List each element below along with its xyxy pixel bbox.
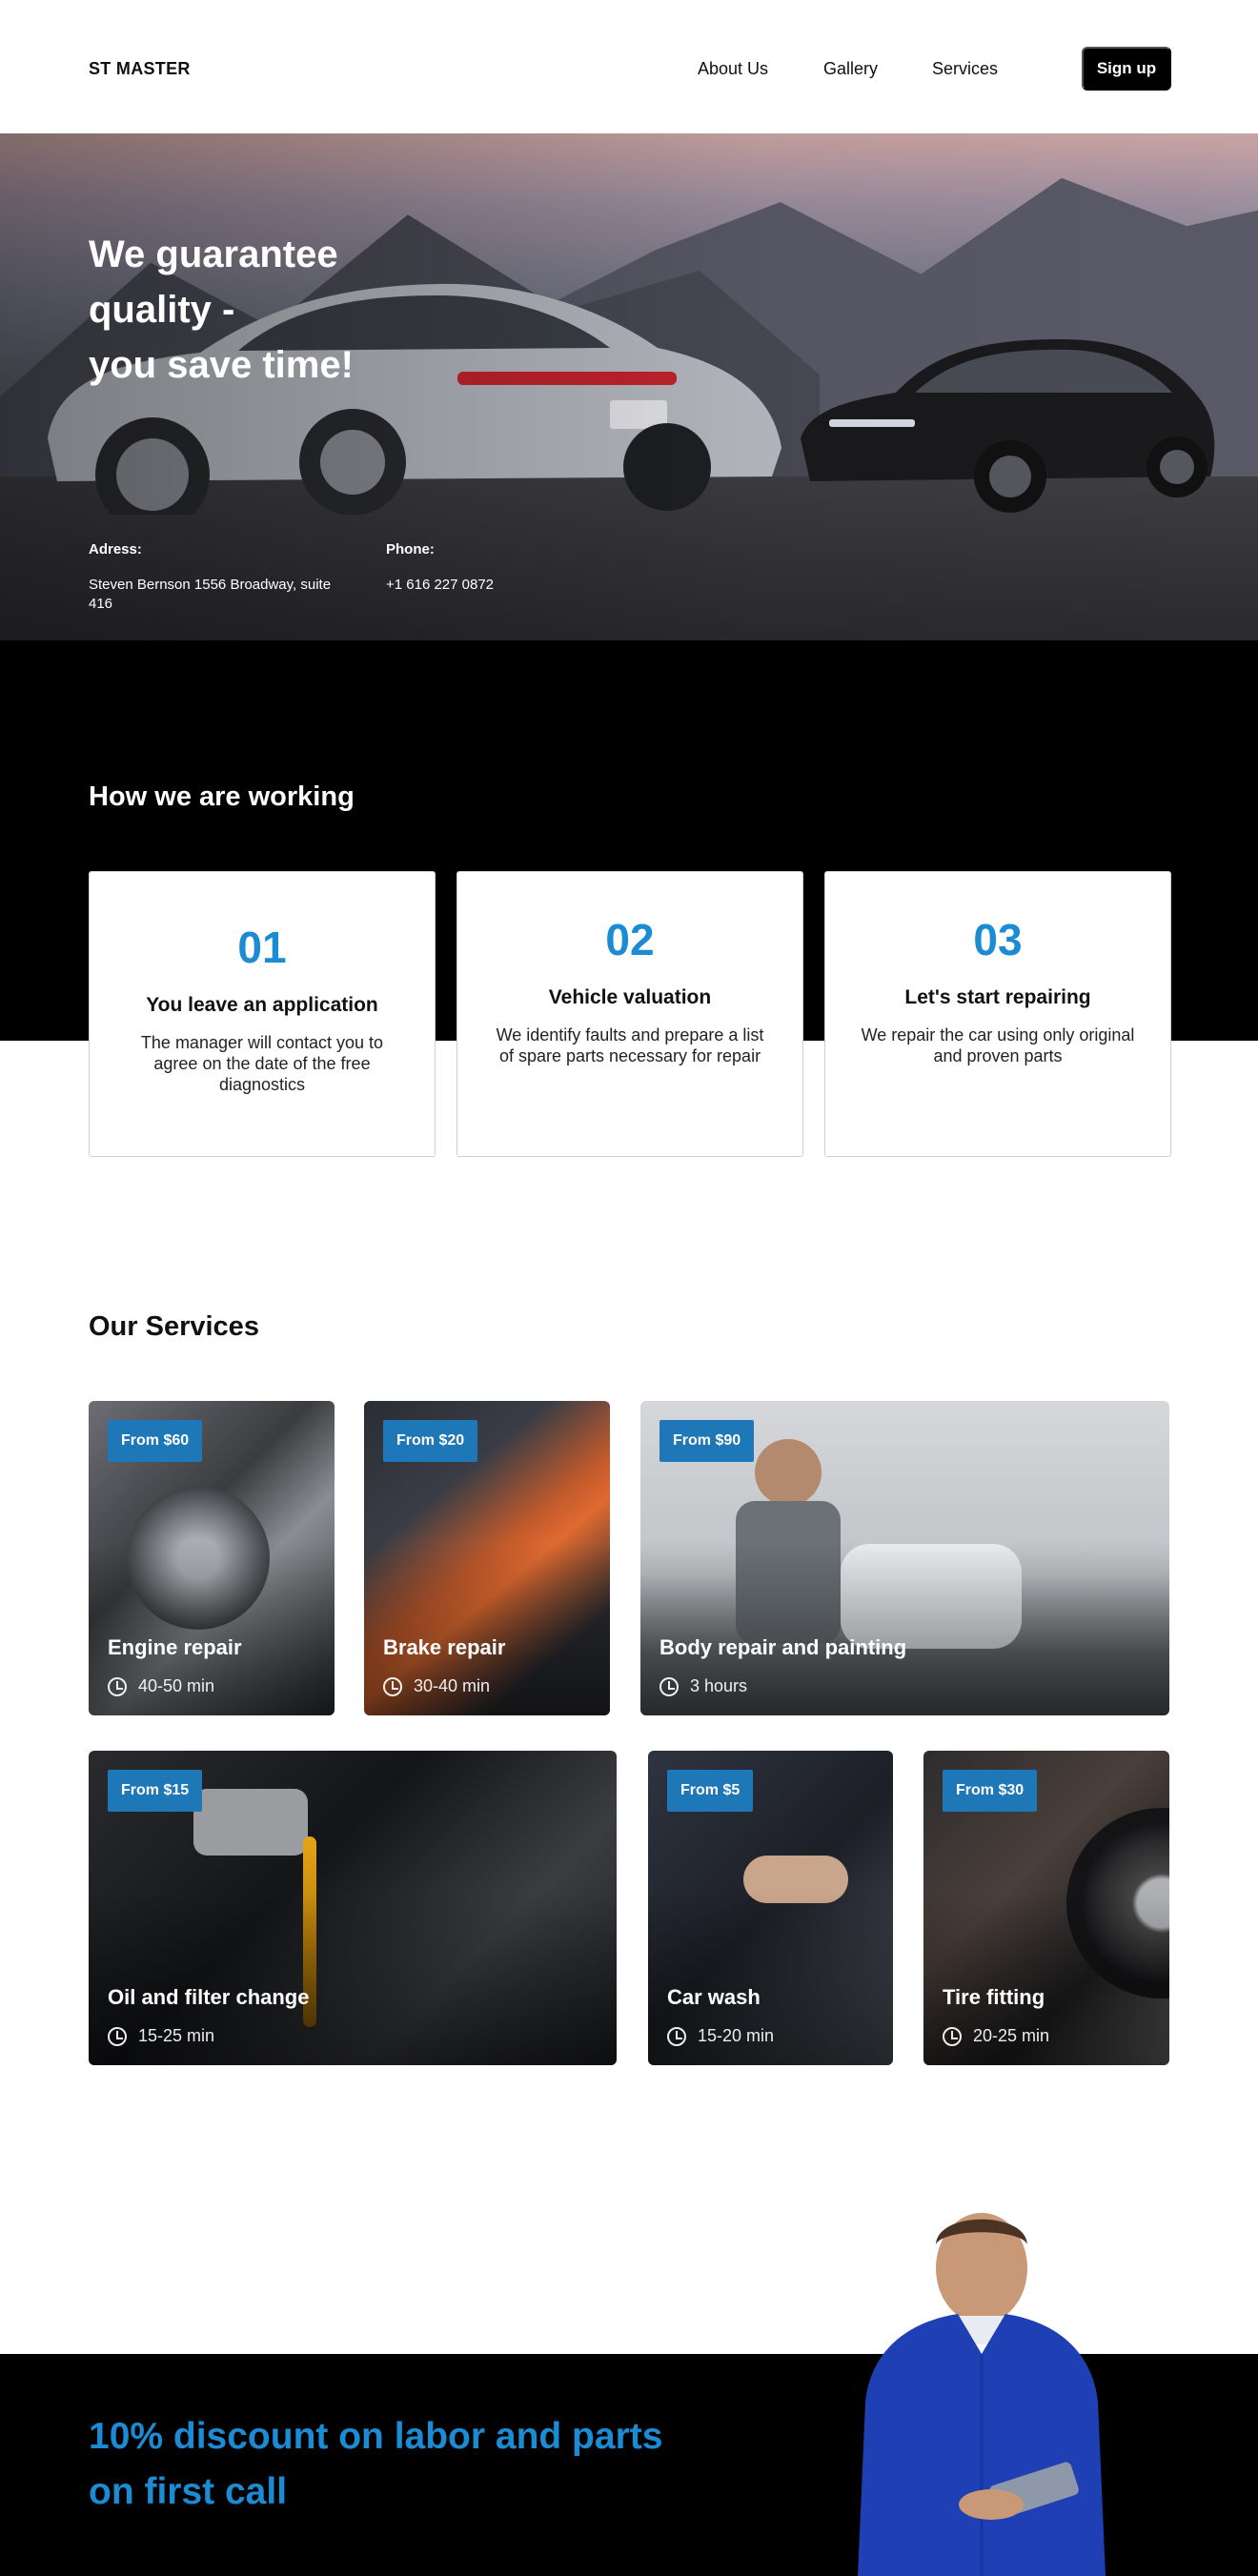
nav-services[interactable]: Services bbox=[932, 59, 998, 79]
work-section-title: How we are working bbox=[89, 781, 355, 812]
service-card-engine-repair[interactable]: From $60 Engine repair 40-50 min bbox=[89, 1401, 335, 1715]
price-badge: From $90 bbox=[659, 1420, 755, 1462]
address-label: Adress: bbox=[89, 541, 142, 558]
step-description: We identify faults and prepare a list of… bbox=[496, 1025, 764, 1065]
service-duration: 40-50 min bbox=[108, 1676, 214, 1696]
hero-title-line-3: you save time! bbox=[89, 344, 354, 386]
service-duration: 15-20 min bbox=[667, 2026, 774, 2046]
price-badge: From $20 bbox=[383, 1420, 478, 1462]
hero-section: We guarantee quality - you save time! Ad… bbox=[0, 133, 1258, 640]
hero-title: We guarantee quality - you save time! bbox=[89, 227, 489, 393]
clock-icon bbox=[383, 1676, 402, 1696]
duration-text: 15-25 min bbox=[138, 2026, 215, 2045]
service-title: Engine repair bbox=[108, 1635, 242, 1659]
clock-icon bbox=[659, 1676, 679, 1696]
service-card-brake-repair[interactable]: From $20 Brake repair 30-40 min bbox=[364, 1401, 610, 1715]
service-title: Tire fitting bbox=[943, 1985, 1045, 2009]
step-card-3: 03 Let's start repairing We repair the c… bbox=[824, 871, 1171, 1157]
page: ST MASTER About Us Gallery Services Sign… bbox=[0, 0, 1258, 2576]
step-title: You leave an application bbox=[146, 994, 378, 1016]
clock-icon bbox=[108, 2026, 127, 2046]
nav-about-us[interactable]: About Us bbox=[698, 59, 768, 79]
price-badge: From $60 bbox=[108, 1420, 203, 1462]
price-badge: From $15 bbox=[108, 1770, 203, 1812]
mechanic-image bbox=[858, 2213, 1106, 2576]
discount-text: 10% discount on labor and parts on first… bbox=[89, 2409, 775, 2520]
step-card-2: 02 Vehicle valuation We identify faults … bbox=[457, 871, 803, 1157]
service-card-car-wash[interactable]: From $5 Car wash 15-20 min bbox=[648, 1751, 893, 2065]
service-duration: 3 hours bbox=[659, 1676, 747, 1696]
service-title: Car wash bbox=[667, 1985, 761, 2009]
service-duration: 20-25 min bbox=[943, 2026, 1049, 2046]
duration-text: 40-50 min bbox=[138, 1676, 215, 1695]
clock-icon bbox=[108, 1676, 127, 1696]
step-number: 03 bbox=[973, 915, 1023, 964]
service-title: Body repair and painting bbox=[659, 1635, 907, 1659]
clock-icon bbox=[943, 2026, 962, 2046]
sign-up-button[interactable]: Sign up bbox=[1082, 47, 1171, 91]
site-logo[interactable]: ST MASTER bbox=[89, 59, 191, 79]
step-card-1: 01 You leave an application The manager … bbox=[89, 871, 436, 1157]
step-title: Let's start repairing bbox=[904, 986, 1091, 1008]
hero-title-line-1: We guarantee bbox=[89, 233, 338, 275]
step-title: Vehicle valuation bbox=[548, 986, 712, 1008]
duration-text: 20-25 min bbox=[973, 2026, 1050, 2045]
nav-gallery[interactable]: Gallery bbox=[823, 59, 878, 79]
clock-icon bbox=[667, 2026, 686, 2046]
discount-line-1: 10% discount on labor and parts bbox=[89, 2416, 663, 2457]
phone-value[interactable]: +1 616 227 0872 bbox=[386, 576, 494, 595]
service-card-tire-fitting[interactable]: From $30 Tire fitting 20-25 min bbox=[923, 1751, 1169, 2065]
price-badge: From $5 bbox=[667, 1770, 754, 1812]
service-duration: 15-25 min bbox=[108, 2026, 214, 2046]
duration-text: 30-40 min bbox=[414, 1676, 491, 1695]
phone-label: Phone: bbox=[386, 541, 435, 558]
step-number: 02 bbox=[605, 915, 655, 964]
step-number: 01 bbox=[237, 923, 287, 972]
service-duration: 30-40 min bbox=[383, 1676, 490, 1696]
service-title: Brake repair bbox=[383, 1635, 506, 1659]
hero-title-line-2: quality - bbox=[89, 289, 235, 331]
address-value: Steven Bernson 1556 Broadway, suite 416 bbox=[89, 577, 332, 612]
service-title: Oil and filter change bbox=[108, 1985, 310, 2009]
service-card-oil-change[interactable]: From $15 Oil and filter change 15-25 min bbox=[89, 1751, 617, 2065]
discount-line-2: on first call bbox=[89, 2471, 288, 2512]
step-description: We repair the car using only original an… bbox=[861, 1025, 1135, 1065]
site-header: ST MASTER About Us Gallery Services Sign… bbox=[0, 0, 1258, 133]
price-badge: From $30 bbox=[943, 1770, 1038, 1812]
duration-text: 15-20 min bbox=[698, 2026, 775, 2045]
services-section-title: Our Services bbox=[89, 1311, 259, 1342]
service-card-body-repair[interactable]: From $90 Body repair and painting 3 hour… bbox=[640, 1401, 1169, 1715]
step-description: The manager will contact you to agree on… bbox=[140, 1033, 384, 1094]
duration-text: 3 hours bbox=[690, 1676, 748, 1695]
